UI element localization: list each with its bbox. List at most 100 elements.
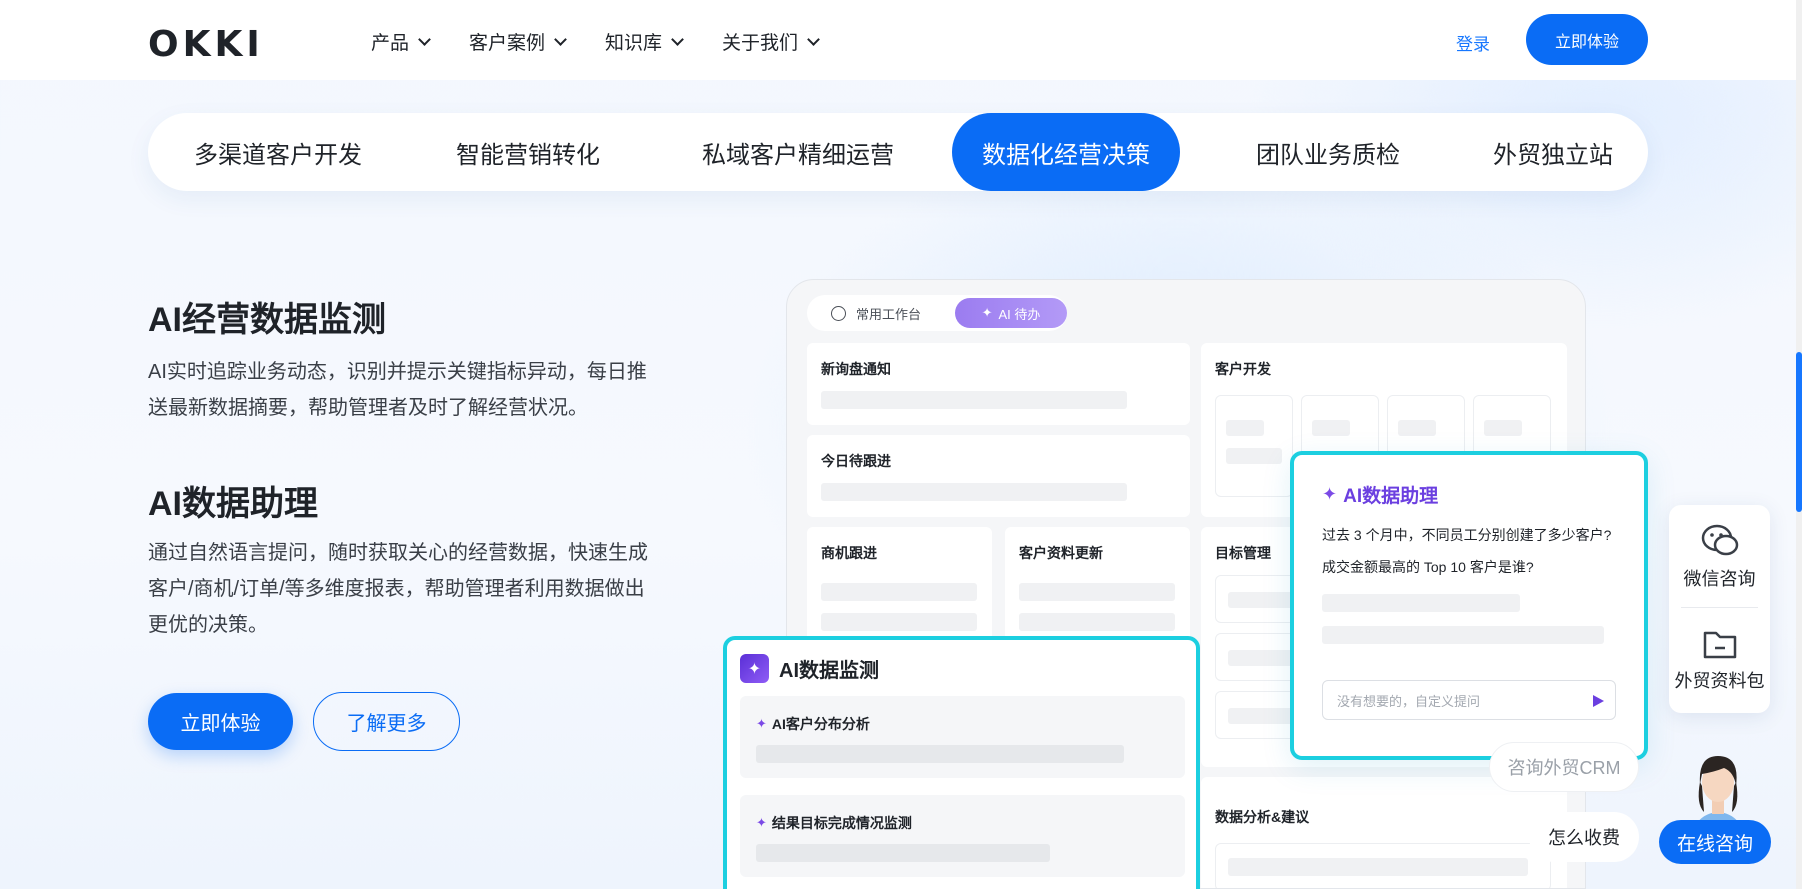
monitor-item-label: AI客户分布分析 [771, 716, 870, 732]
skeleton-line [821, 483, 1127, 501]
tab-ai-todo[interactable]: ✦ AI 待办 [955, 298, 1067, 328]
monitor-item-title: ✦ AI客户分布分析 [756, 714, 870, 734]
chevron-down-icon [418, 32, 431, 46]
skeleton-line [1019, 613, 1175, 631]
skeleton-line [1398, 420, 1436, 436]
try-now-header-button[interactable]: 立即体验 [1526, 14, 1648, 65]
send-icon[interactable] [1593, 695, 1604, 707]
try-now-button[interactable]: 立即体验 [148, 693, 293, 750]
nav-label: 关于我们 [722, 33, 799, 54]
monitor-item-title: ✦ 结果目标完成情况监测 [756, 813, 912, 833]
assistant-title-text: AI数据助理 [1343, 486, 1439, 507]
skeleton-line [1322, 594, 1520, 612]
skeleton-line [1226, 448, 1282, 464]
nav-item-about[interactable]: 关于我们 [722, 28, 820, 55]
card-today-followup: 今日待跟进 [807, 435, 1190, 517]
skeleton-line [1312, 420, 1350, 436]
skeleton-line [1019, 583, 1175, 601]
sparkle-icon: ✦ [756, 716, 767, 731]
tab-multichannel[interactable]: 多渠道客户开发 [178, 113, 378, 191]
skeleton-line [1322, 626, 1604, 644]
tab-label: AI 待办 [998, 306, 1041, 322]
wechat-icon [1701, 524, 1738, 556]
login-link[interactable]: 登录 [1456, 30, 1490, 55]
suggested-question[interactable]: 成交金额最高的 Top 10 客户是谁? [1322, 557, 1534, 577]
feature-desc-monitor: AI实时追踪业务动态，识别并提示关键指标异动，每日推送最新数据摘要，帮助管理者及… [148, 361, 647, 419]
nav-item-cases[interactable]: 客户案例 [469, 28, 567, 55]
scrollbar[interactable] [1796, 0, 1802, 889]
consult-crm-bubble[interactable]: 咨询外贸CRM [1489, 742, 1639, 792]
ai-assistant-panel: ✦ AI数据助理 过去 3 个月中，不同员工分别创建了多少客户? 成交金额最高的… [1290, 451, 1648, 760]
card-title: 今日待跟进 [821, 453, 891, 469]
card-customer-update: 客户资料更新 [1005, 527, 1190, 647]
sparkle-icon: ✦ [740, 654, 769, 683]
card-title: 客户开发 [1215, 361, 1271, 377]
card-title: 商机跟进 [821, 545, 877, 561]
monitor-title-text: AI数据监测 [779, 660, 879, 682]
skeleton-line [821, 583, 977, 601]
sparkle-icon: ✦ [981, 305, 993, 320]
scrollbar-thumb[interactable] [1796, 352, 1802, 512]
skeleton-line [756, 745, 1124, 763]
chevron-down-icon [554, 32, 567, 46]
skeleton-line [756, 844, 1050, 862]
feature-title-monitor: AI经营数据监测 [148, 301, 386, 339]
wechat-consult-button[interactable]: 微信咨询 [1669, 523, 1770, 591]
skeleton-line [1484, 420, 1522, 436]
nav-label: 产品 [371, 33, 410, 54]
feature-tab-bar: 多渠道客户开发 智能营销转化 私域客户精细运营 数据化经营决策 团队业务质检 外… [148, 113, 1648, 191]
card-title: 新询盘通知 [821, 361, 891, 377]
card-title: 目标管理 [1215, 545, 1271, 561]
folder-icon [1703, 631, 1736, 659]
tab-team-qa[interactable]: 团队业务质检 [1238, 113, 1418, 191]
tab-common-workspace[interactable]: 常用工作台 [831, 304, 921, 323]
card-opportunity: 商机跟进 [807, 527, 992, 647]
chevron-down-icon [671, 32, 684, 46]
monitor-item-label: 结果目标完成情况监测 [771, 815, 912, 831]
tab-private-ops[interactable]: 私域客户精细运营 [688, 113, 908, 191]
nav-label: 知识库 [605, 33, 663, 54]
analysis-row [1215, 843, 1551, 888]
ai-monitor-panel: ✦ AI数据监测 ✦ AI客户分布分析 ✦ 结果目标完成情况监测 [723, 636, 1200, 889]
nav-label: 客户案例 [469, 33, 546, 54]
tab-data-decision[interactable]: 数据化经营决策 [952, 113, 1180, 191]
nav-item-products[interactable]: 产品 [371, 28, 431, 55]
sparkle-icon: ✦ [756, 815, 767, 830]
divider [1681, 607, 1758, 608]
tab-label: 常用工作台 [856, 307, 922, 322]
chevron-down-icon [807, 32, 820, 46]
dashboard-tabs: 常用工作台 ✦ AI 待办 [807, 295, 1067, 331]
monitor-item[interactable]: ✦ AI客户分布分析 [740, 696, 1185, 778]
online-consult-button[interactable]: 在线咨询 [1659, 820, 1771, 864]
robot-icon [831, 306, 846, 321]
nav-item-knowledge[interactable]: 知识库 [605, 28, 684, 55]
skeleton-line [1226, 420, 1264, 436]
side-contact-panel: 微信咨询 外贸资料包 [1669, 505, 1770, 713]
suggested-question[interactable]: 过去 3 个月中，不同员工分别创建了多少客户? [1322, 525, 1611, 545]
card-data-analysis: 数据分析&建议 [1201, 777, 1567, 888]
card-title: 客户资料更新 [1019, 545, 1103, 561]
top-header: OKKI 产品 客户案例 知识库 关于我们 登录 立即体验 [0, 0, 1796, 80]
skeleton-line [821, 391, 1127, 409]
sparkle-icon: ✦ [1322, 484, 1338, 504]
custom-question-input[interactable]: 没有想要的，自定义提问 [1322, 680, 1616, 720]
side-item-label: 微信咨询 [1683, 569, 1756, 589]
card-new-inquiry: 新询盘通知 [807, 343, 1190, 425]
assistant-title: ✦ AI数据助理 [1322, 481, 1438, 508]
okki-logo[interactable]: OKKI [148, 24, 264, 65]
feature-title-assistant: AI数据助理 [148, 485, 318, 523]
tab-smart-marketing[interactable]: 智能营销转化 [438, 113, 618, 191]
main-nav: 产品 客户案例 知识库 关于我们 [371, 28, 858, 55]
monitor-title: ✦ AI数据监测 [740, 654, 879, 683]
card-title: 数据分析&建议 [1215, 809, 1310, 825]
trade-pack-button[interactable]: 外贸资料包 [1669, 625, 1770, 693]
learn-more-button[interactable]: 了解更多 [313, 692, 460, 751]
skeleton-line [821, 613, 977, 631]
skeleton-line [1228, 858, 1528, 876]
feature-desc-assistant: 通过自然语言提问，随时获取关心的经营数据，快速生成客户/商机/订单/等多维度报表… [148, 542, 648, 636]
pricing-bubble[interactable]: 怎么收费 [1529, 812, 1639, 862]
side-item-label: 外贸资料包 [1674, 671, 1765, 691]
tab-independent-site[interactable]: 外贸独立站 [1478, 113, 1628, 191]
mini-stat [1215, 395, 1293, 497]
monitor-item[interactable]: ✦ 结果目标完成情况监测 [740, 795, 1185, 877]
